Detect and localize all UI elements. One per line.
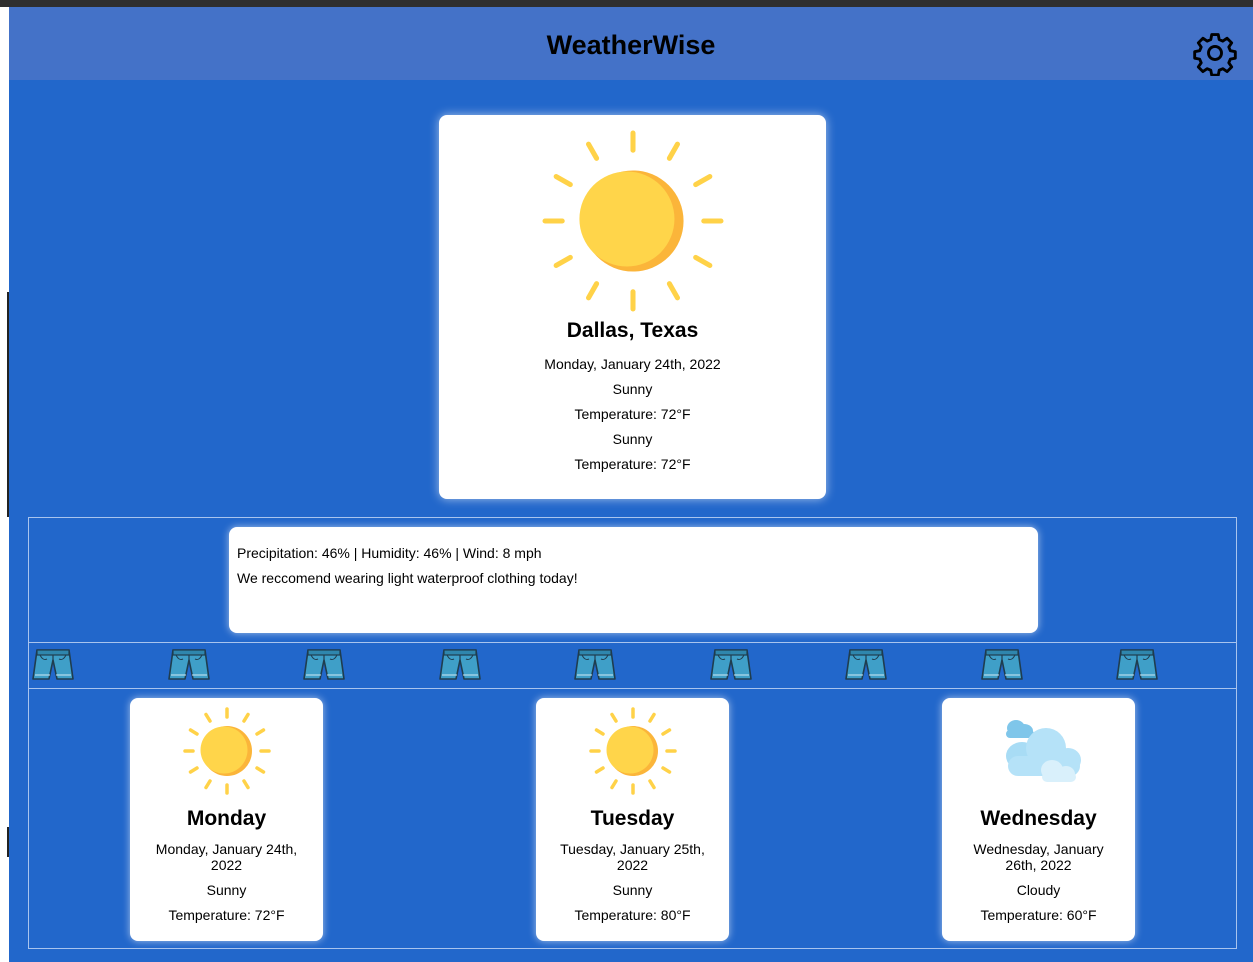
weather-app: WeatherWise Dallas, Texas Monday, Januar… xyxy=(9,7,1253,962)
city-name: Dallas, Texas xyxy=(566,319,699,342)
shorts-icon xyxy=(303,649,345,680)
details-card: Precipitation: 46% | Humidity: 46% | Win… xyxy=(229,527,1038,633)
sun-icon xyxy=(542,130,724,312)
sun-icon xyxy=(589,707,677,795)
forecast-card-monday: Monday Monday, January 24th, 2022 Sunny … xyxy=(130,698,323,941)
shorts-icon xyxy=(1116,649,1158,680)
forecast-temperature: Temperature: 60°F xyxy=(980,907,1097,923)
weather-stats: Precipitation: 46% | Humidity: 46% | Win… xyxy=(237,545,542,561)
current-date: Monday, January 24th, 2022 xyxy=(544,356,721,372)
window-left-edge xyxy=(0,7,9,962)
forecast-date: Tuesday, January 25th, 2022 xyxy=(560,841,705,873)
forecast-condition: Cloudy xyxy=(1016,882,1061,898)
sun-icon xyxy=(183,707,271,795)
forecast-day: Monday xyxy=(186,807,267,830)
current-temperature: Temperature: 72°F xyxy=(574,406,691,422)
app-title: WeatherWise xyxy=(546,30,716,60)
shorts-icon xyxy=(438,649,481,680)
forecast-condition: Sunny xyxy=(612,882,653,898)
clothing-row xyxy=(29,642,1236,689)
cloud-icon xyxy=(1006,720,1081,782)
shorts-icon xyxy=(32,649,74,680)
forecast-card-tuesday: Tuesday Tuesday, January 25th, 2022 Sunn… xyxy=(536,698,729,941)
forecast-date: Wednesday, January 26th, 2022 xyxy=(973,841,1104,873)
browser-viewport: WeatherWise Dallas, Texas Monday, Januar… xyxy=(0,0,1253,962)
forecast-day: Wednesday xyxy=(980,807,1097,830)
app-header: WeatherWise xyxy=(9,7,1253,80)
current-weather-card: Dallas, Texas Monday, January 24th, 2022… xyxy=(439,115,826,499)
current-condition: Sunny xyxy=(612,381,653,397)
forecast-day: Tuesday xyxy=(590,807,675,830)
shorts-icon xyxy=(574,649,616,680)
current-temperature-repeat: Temperature: 72°F xyxy=(574,456,691,472)
settings-button[interactable] xyxy=(1192,30,1238,77)
window-top-border xyxy=(0,0,1253,7)
details-section: Precipitation: 46% | Humidity: 46% | Win… xyxy=(28,517,1237,949)
forecast-temperature: Temperature: 80°F xyxy=(574,907,691,923)
shorts-icon xyxy=(167,649,210,680)
clothing-recommendation: We reccomend wearing light waterproof cl… xyxy=(237,570,578,586)
gear-icon xyxy=(1193,33,1237,77)
shorts-icon xyxy=(980,649,1023,680)
shorts-icon xyxy=(845,649,887,680)
forecast-condition: Sunny xyxy=(206,882,247,898)
forecast-card-wednesday: Wednesday Wednesday, January 26th, 2022 … xyxy=(942,698,1135,941)
forecast-temperature: Temperature: 72°F xyxy=(168,907,285,923)
forecast-date: Monday, January 24th, 2022 xyxy=(155,841,298,873)
current-condition-repeat: Sunny xyxy=(612,431,653,447)
shorts-icon xyxy=(709,649,752,680)
